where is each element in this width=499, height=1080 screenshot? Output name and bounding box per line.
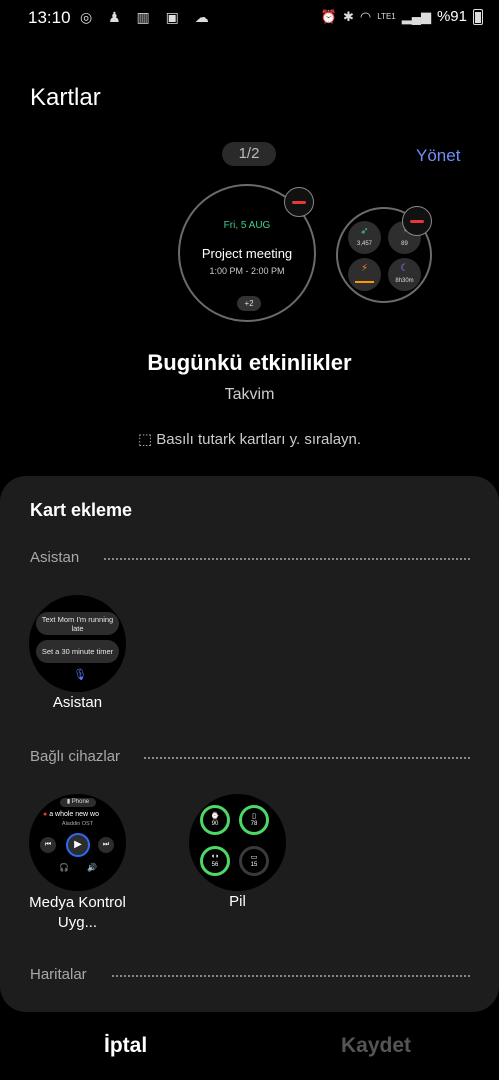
- earbuds-battery-ring: ◖◗ 56: [200, 846, 230, 876]
- drag-icon: ⬚: [137, 431, 157, 448]
- section-label: Haritalar: [30, 966, 87, 983]
- battery-percent: %91: [436, 8, 467, 25]
- save-button[interactable]: Kaydet: [341, 1034, 411, 1058]
- event-date: Fri, 5 AUG: [223, 220, 271, 231]
- phone-battery-ring: ▯ 78: [239, 805, 269, 835]
- network-label: LTE1: [377, 11, 396, 21]
- phone-battery-value: 78: [250, 821, 258, 827]
- sleep-value: 8h30m: [395, 278, 414, 284]
- song-title-text: a whole new wo: [49, 811, 99, 818]
- divider: [144, 757, 470, 759]
- manage-button[interactable]: Yönet: [416, 146, 460, 166]
- media-tile-label: Medya Kontrol Uyg...: [29, 894, 126, 931]
- remove-card-button[interactable]: [284, 187, 314, 217]
- event-time: 1:00 PM - 2:00 PM: [209, 266, 285, 276]
- battery-icon: [473, 8, 483, 25]
- song-title: ● a whole new wo: [43, 811, 123, 818]
- status-right: ⏰ ✱ ◠ LTE1 ▂▄▆ %91: [321, 8, 483, 25]
- assistant-tile[interactable]: Text Mom I'm running late Set a 30 minut…: [29, 595, 126, 692]
- status-time: 13:10: [28, 8, 71, 27]
- watch-battery-ring: ⌚ 90: [200, 805, 230, 835]
- section-label: Bağlı cihazlar: [30, 748, 121, 765]
- play-icon: ▶: [66, 833, 90, 857]
- event-title: Project meeting: [201, 246, 293, 261]
- earbuds-icon: ◖◗: [210, 853, 220, 860]
- media-control-tile[interactable]: ▮ Phone ● a whole new wo Aladdin OST ⏮ ▶…: [29, 794, 126, 891]
- signal-icon: ▂▄▆: [401, 8, 431, 24]
- case-battery-ring: ▭ 15: [239, 846, 269, 876]
- reorder-hint-text: Basılı tutark kartları y. sıralayn.: [156, 431, 362, 448]
- headphones-icon: 🎧: [59, 863, 69, 872]
- steps-value: 3,457: [356, 241, 372, 247]
- reorder-hint: ⬚ Basılı tutark kartları y. sıralayn.: [0, 430, 499, 448]
- suggestion-pill: Set a 30 minute timer: [36, 640, 119, 663]
- microphone-icon: 🎙: [73, 669, 87, 681]
- activity-complication: ⚡: [348, 258, 381, 291]
- section-maps: Haritalar: [30, 966, 470, 986]
- section-connected-devices: Bağlı cihazlar: [30, 748, 470, 768]
- more-events-badge: +2: [237, 296, 261, 311]
- device-chip: ▮ Phone: [60, 798, 96, 807]
- divider: [104, 558, 470, 560]
- page-title: Kartlar: [30, 84, 101, 111]
- device-name: Phone: [71, 799, 90, 805]
- next-icon: ⏭: [98, 837, 114, 853]
- page-indicator: 1/2: [222, 142, 276, 166]
- status-bar: 13:10 ◎ ♟ ▥ ▣ ☁ ⏰ ✱ ◠ LTE1 ▂▄▆ %91: [0, 0, 499, 38]
- assistant-tile-label: Asistan: [52, 694, 103, 711]
- steps-icon: ➶: [360, 226, 369, 237]
- previous-icon: ⏮: [40, 837, 56, 853]
- notification-icons: ◎ ♟ ▥ ▣ ☁: [80, 9, 215, 25]
- activity-bar: [355, 281, 374, 283]
- sleep-complication: ☾ 8h30m: [388, 258, 421, 291]
- selected-card-name: Bugünkü etkinlikler: [147, 350, 352, 375]
- steps-complication: ➶ 3,457: [348, 221, 381, 254]
- case-icon: ▭: [250, 854, 258, 861]
- cancel-button[interactable]: İptal: [104, 1034, 147, 1058]
- case-battery-value: 15: [250, 862, 258, 868]
- earbuds-battery-value: 56: [211, 862, 219, 868]
- wifi-icon: ◠: [359, 8, 372, 24]
- lightning-icon: ⚡: [360, 263, 369, 274]
- bluetooth-icon: ✱: [342, 8, 354, 24]
- remove-card-button-2[interactable]: [402, 206, 432, 236]
- suggestion-pill: Text Mom I'm running late: [36, 612, 119, 635]
- alarm-icon: ⏰: [320, 8, 337, 24]
- divider: [112, 975, 470, 977]
- add-card-sheet[interactable]: Kart ekleme Asistan Text Mom I'm running…: [0, 476, 499, 1012]
- section-assistant: Asistan: [30, 549, 470, 569]
- watch-icon: ⌚: [210, 813, 220, 820]
- volume-icon: 🔊: [87, 863, 97, 872]
- moon-icon: ☾: [400, 263, 409, 274]
- section-label: Asistan: [30, 549, 80, 566]
- record-icon: ●: [43, 811, 48, 818]
- sheet-title: Kart ekleme: [30, 500, 133, 520]
- song-artist: Aladdin OST: [61, 821, 94, 827]
- battery-tile-label: Pil: [229, 893, 246, 910]
- selected-card-source: Takvim: [224, 386, 275, 403]
- phone-icon: ▯: [252, 813, 256, 820]
- watch-battery-value: 90: [211, 821, 219, 827]
- battery-tile[interactable]: ⌚ 90 ▯ 78 ◖◗ 56 ▭ 15: [189, 794, 286, 891]
- calories-value: 89: [401, 241, 408, 247]
